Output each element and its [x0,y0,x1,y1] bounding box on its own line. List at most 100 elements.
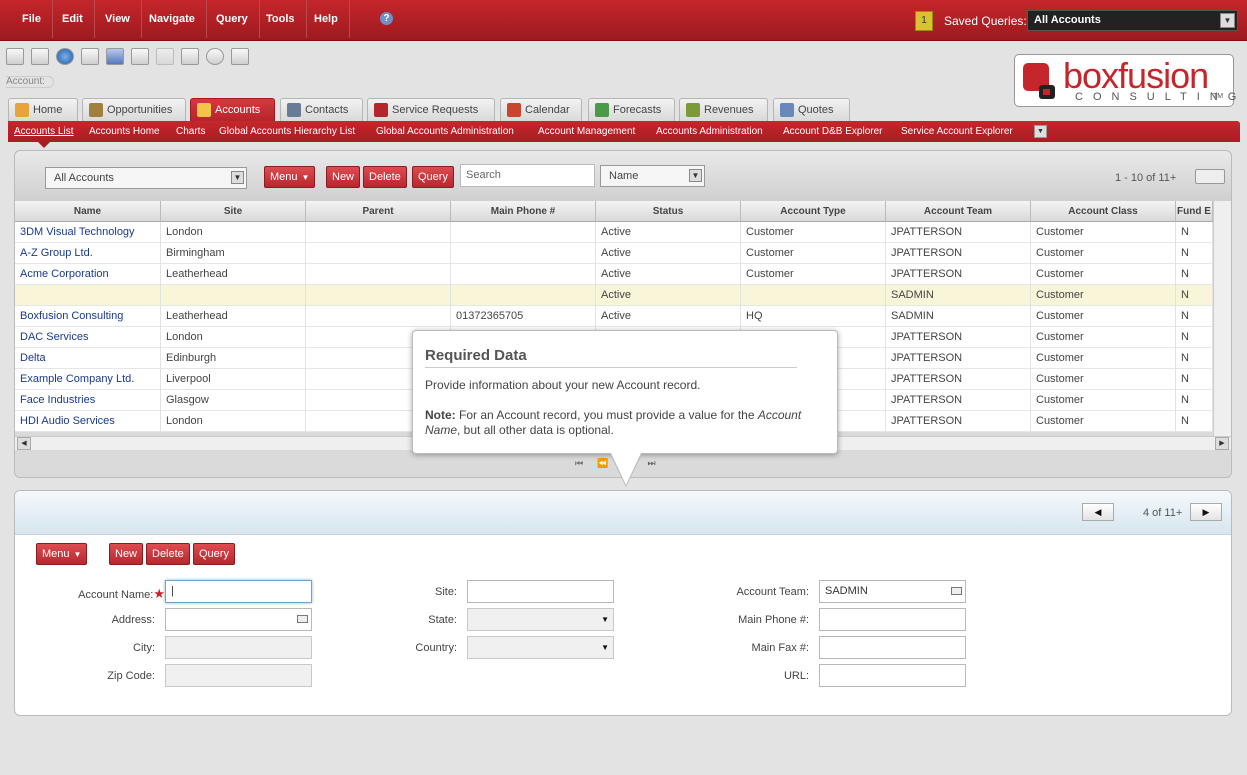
subnav-global-hierarchy-list[interactable]: Global Accounts Hierarchy List [219,121,355,142]
city-field[interactable] [165,636,312,659]
tab-home[interactable]: Home [8,98,78,122]
menu-help[interactable]: Help [303,0,350,38]
account-name-link[interactable]: 3DM Visual Technology [15,222,161,243]
layout-toggle-button[interactable] [1195,169,1225,184]
subnav-accounts-administration[interactable]: Accounts Administration [656,121,763,142]
subnav-global-accounts-admin[interactable]: Global Accounts Administration [376,121,514,142]
account-name-link[interactable]: Delta [15,348,161,369]
menu-navigate[interactable]: Navigate [138,0,207,38]
subnav-service-account-explorer[interactable]: Service Account Explorer [901,121,1013,142]
table-row[interactable]: Boxfusion Consulting Leatherhead 013723657… [15,306,1213,327]
form-query-button[interactable]: Query [193,543,235,565]
table-row[interactable]: A-Z Group Ltd. Birmingham Active Customer JP… [15,243,1213,264]
vertical-scrollbar[interactable] [1213,201,1231,436]
copy-icon[interactable] [31,48,49,65]
tab-contacts[interactable]: Contacts [280,98,363,122]
account-name-link[interactable] [15,285,161,306]
address-field[interactable] [165,608,312,631]
main-fax-field[interactable] [819,636,966,659]
next-record-button[interactable]: ▶ [1190,503,1222,521]
table-cell: Customer [1031,222,1176,243]
form-new-button[interactable]: New [109,543,144,565]
tab-service-requests[interactable]: Service Requests [367,98,495,122]
col-header-site[interactable]: Site [161,201,306,222]
state-select[interactable]: ▼ [467,608,614,631]
subnav-accounts-list[interactable]: Accounts List [14,121,73,142]
col-header-main-phone[interactable]: Main Phone # [451,201,596,222]
keyboard-icon[interactable] [81,48,99,65]
saved-queries-count-badge[interactable]: 1 [915,11,933,31]
form-menu-button[interactable]: Menu ▼ [36,543,88,565]
account-name-link[interactable]: Example Company Ltd. [15,369,161,390]
previous-record-button[interactable]: ◀ [1082,503,1114,521]
menu-query[interactable]: Query [205,0,260,38]
list-delete-button[interactable]: Delete [363,166,407,188]
clock-icon[interactable] [206,48,224,65]
zip-code-field[interactable] [165,664,312,687]
subnav-dnb-explorer[interactable]: Account D&B Explorer [783,121,883,142]
form-delete-button[interactable]: Delete [146,543,190,565]
col-header-parent[interactable]: Parent [306,201,451,222]
saved-queries-select[interactable]: All Accounts ▼ [1027,10,1238,31]
main-phone-field[interactable] [819,608,966,631]
account-name-link[interactable]: DAC Services [15,327,161,348]
col-header-account-team[interactable]: Account Team [886,201,1031,222]
chart-icon[interactable] [231,48,249,65]
account-team-field[interactable]: SADMIN [819,580,966,603]
list-query-select[interactable]: All Accounts ▼ [45,167,247,189]
subnav-account-management[interactable]: Account Management [538,121,635,142]
export-icon[interactable] [6,48,24,65]
last-page-icon[interactable]: ⏭ [648,458,670,468]
tab-revenues[interactable]: Revenues [679,98,768,122]
picker-icon[interactable] [297,615,308,623]
globe-icon[interactable] [56,48,74,65]
tab-accounts[interactable]: Accounts [190,98,275,122]
tab-quotes[interactable]: Quotes [773,98,850,122]
col-header-fund[interactable]: Fund E [1176,201,1213,222]
menu-view[interactable]: View [94,0,142,38]
table-cell: Active [596,306,741,327]
country-select[interactable]: ▼ [467,636,614,659]
first-page-icon[interactable]: ⏮ [575,458,597,468]
disabled-icon[interactable] [156,48,174,65]
search-field-select[interactable]: Name ▼ [600,165,705,187]
col-header-account-class[interactable]: Account Class [1031,201,1176,222]
tab-calendar[interactable]: Calendar [500,98,582,122]
table-row[interactable]: Active SADMIN Customer N [15,285,1213,306]
checklist-icon[interactable] [131,48,149,65]
help-icon[interactable]: ? [380,12,393,25]
recycle-icon[interactable] [181,48,199,65]
col-header-status[interactable]: Status [596,201,741,222]
col-header-account-type[interactable]: Account Type [741,201,886,222]
url-field[interactable] [819,664,966,687]
picker-icon[interactable] [951,587,962,595]
account-name-link[interactable]: HDI Audio Services [15,411,161,432]
search-input[interactable]: Search [460,164,595,187]
chevron-down-icon[interactable]: ▼ [1034,125,1047,138]
table-row[interactable]: Acme Corporation Leatherhead Active Custome… [15,264,1213,285]
help-book-icon[interactable] [106,48,124,65]
col-header-name[interactable]: Name [15,201,161,222]
site-field[interactable] [467,580,614,603]
account-name-link[interactable]: Boxfusion Consulting [15,306,161,327]
account-name-field[interactable]: | [165,580,312,603]
account-name-link[interactable]: A-Z Group Ltd. [15,243,161,264]
account-name-link[interactable]: Face Industries [15,390,161,411]
menu-file[interactable]: File [11,0,53,38]
chevron-down-icon: ▼ [231,171,244,184]
breadcrumb[interactable]: Account: [6,76,54,88]
account-name-link[interactable]: Acme Corporation [15,264,161,285]
scroll-left-icon[interactable]: ◀ [17,437,31,450]
table-cell: 01372365705 [451,306,596,327]
menu-tools[interactable]: Tools [255,0,307,38]
list-new-button[interactable]: New [326,166,361,188]
tab-opportunities[interactable]: Opportunities [82,98,186,122]
scroll-right-icon[interactable]: ▶ [1215,437,1229,450]
subnav-accounts-home[interactable]: Accounts Home [89,121,160,142]
menu-edit[interactable]: Edit [51,0,95,38]
subnav-charts[interactable]: Charts [176,121,205,142]
tab-forecasts[interactable]: Forecasts [588,98,675,122]
list-menu-button[interactable]: Menu ▼ [264,166,316,188]
list-query-button[interactable]: Query [412,166,454,188]
table-row[interactable]: 3DM Visual Technology London Active Custome… [15,222,1213,243]
